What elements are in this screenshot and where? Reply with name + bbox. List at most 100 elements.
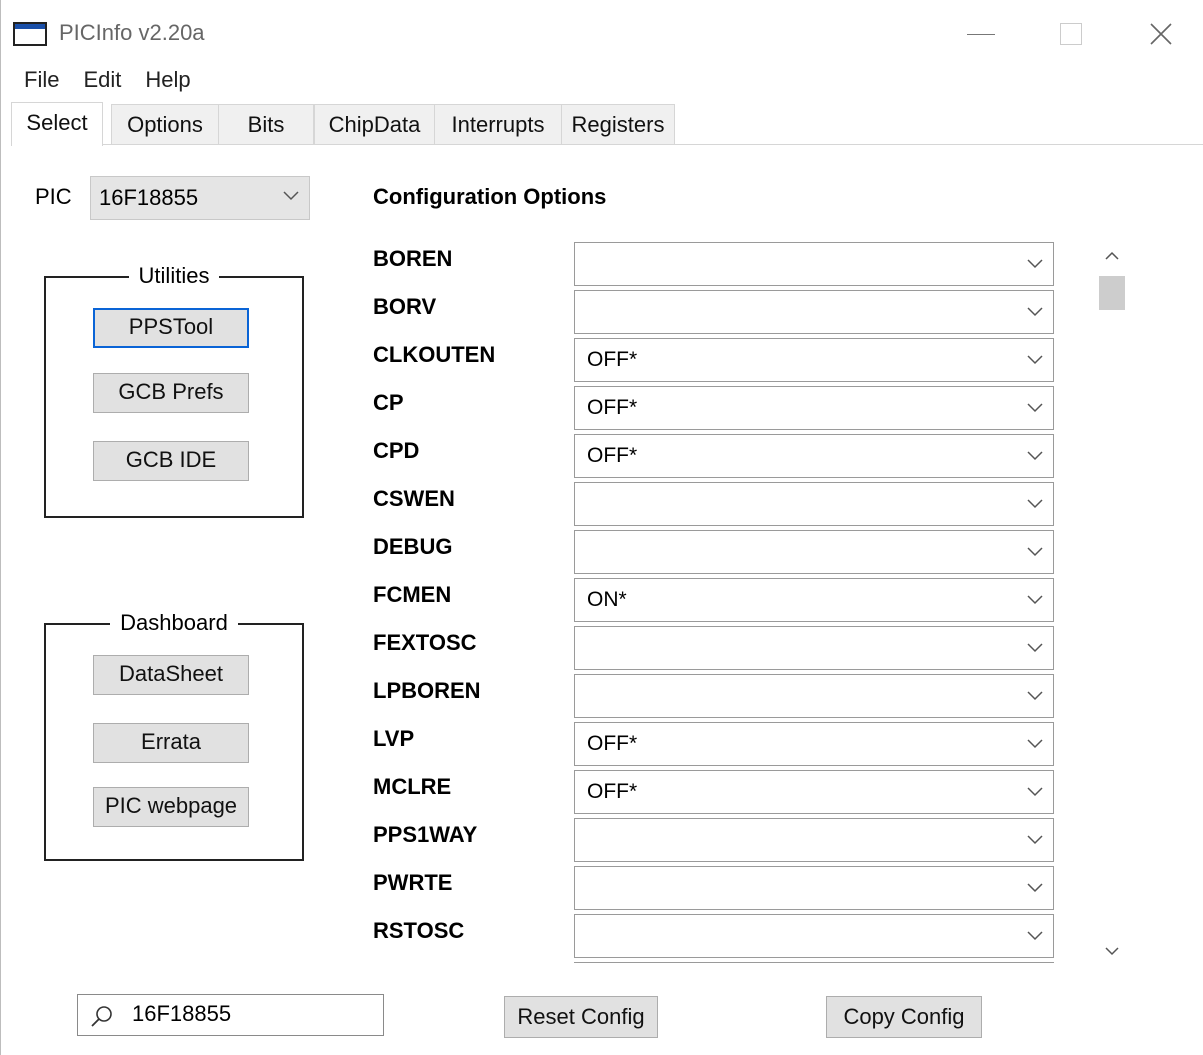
config-option-value: OFF*	[587, 732, 638, 755]
config-option-select[interactable]	[574, 674, 1054, 718]
config-row: MCLRE OFF*	[373, 770, 1063, 818]
config-option-label: PWRTE	[373, 870, 453, 895]
config-option-select[interactable]: OFF*	[574, 386, 1054, 430]
minimize-icon	[967, 33, 995, 35]
chevron-down-icon	[1027, 259, 1043, 269]
menu-edit[interactable]: Edit	[71, 64, 133, 96]
chevron-down-icon	[1027, 451, 1043, 461]
config-row: FCMEN ON*	[373, 578, 1063, 626]
menu-help[interactable]: Help	[133, 64, 202, 96]
config-option-select[interactable]	[574, 626, 1054, 670]
chevron-down-icon	[1027, 691, 1043, 701]
menu-bar: File Edit Help	[1, 64, 203, 96]
config-option-select[interactable]	[574, 242, 1054, 286]
scroll-down-button[interactable]	[1095, 936, 1129, 966]
config-row: BOREN	[373, 242, 1063, 290]
gcb-prefs-button[interactable]: GCB Prefs	[93, 373, 249, 413]
config-option-select[interactable]: OFF*	[574, 770, 1054, 814]
chevron-down-icon	[283, 191, 299, 201]
dashboard-group: Dashboard DataSheet Errata PIC webpage	[44, 610, 304, 861]
search-input[interactable]: 16F18855	[77, 994, 384, 1036]
config-option-label: RSTOSC	[373, 918, 465, 943]
menu-file[interactable]: File	[1, 64, 71, 96]
reset-config-button[interactable]: Reset Config	[504, 996, 658, 1038]
config-option-select[interactable]	[574, 482, 1054, 526]
chevron-down-icon	[1027, 499, 1043, 509]
window-title: PICInfo v2.20a	[59, 20, 205, 45]
config-option-select[interactable]: ON*	[574, 578, 1054, 622]
chevron-down-icon	[1105, 946, 1119, 955]
config-option-value: OFF*	[587, 444, 638, 467]
pic-select[interactable]: 16F18855	[90, 176, 310, 220]
utilities-legend: Utilities	[128, 263, 220, 288]
config-option-select[interactable]	[574, 914, 1054, 958]
chevron-down-icon	[1027, 355, 1043, 365]
config-option-label: MCLRE	[373, 774, 452, 799]
maximize-button[interactable]	[1041, 14, 1101, 54]
config-option-select[interactable]: OFF*	[574, 722, 1054, 766]
config-option-select[interactable]	[574, 530, 1054, 574]
config-option-label: LPBOREN	[373, 678, 481, 703]
config-row: LPBOREN	[373, 674, 1063, 722]
ppstool-button[interactable]: PPSTool	[93, 308, 249, 348]
gcb-ide-button[interactable]: GCB IDE	[93, 441, 249, 481]
chevron-down-icon	[1027, 835, 1043, 845]
title-bar: PICInfo v2.20a	[1, 0, 1203, 64]
config-option-label: CSWEN	[373, 486, 455, 511]
chevron-down-icon	[1027, 787, 1043, 797]
minimize-button[interactable]	[951, 14, 1011, 54]
chevron-up-icon	[1105, 251, 1119, 260]
dashboard-legend: Dashboard	[110, 610, 238, 635]
config-row: LVP OFF*	[373, 722, 1063, 770]
config-option-select[interactable]	[574, 290, 1054, 334]
config-option-select[interactable]	[574, 866, 1054, 910]
copy-config-button[interactable]: Copy Config	[826, 996, 982, 1038]
config-option-label: BOREN	[373, 246, 453, 271]
config-row: CP OFF*	[373, 386, 1063, 434]
config-option-value: OFF*	[587, 780, 638, 803]
app-window-icon	[13, 22, 47, 46]
datasheet-button[interactable]: DataSheet	[93, 655, 249, 695]
config-row: BORV	[373, 290, 1063, 338]
close-button[interactable]	[1131, 14, 1191, 54]
config-row: PPS1WAY	[373, 818, 1063, 866]
config-row: FEXTOSC	[373, 626, 1063, 674]
config-option-label: LVP	[373, 726, 415, 751]
search-value: 16F18855	[132, 1001, 232, 1026]
config-option-label: CP	[373, 390, 404, 415]
tab-interrupts[interactable]: Interrupts	[434, 104, 562, 144]
scroll-thumb[interactable]	[1099, 276, 1125, 310]
tab-select[interactable]: Select	[11, 102, 103, 146]
config-row: RSTOSC	[373, 914, 1063, 962]
search-icon	[91, 1006, 112, 1027]
maximize-icon	[1060, 23, 1082, 45]
scroll-up-button[interactable]	[1095, 240, 1129, 270]
config-option-label: PPS1WAY	[373, 822, 478, 847]
chevron-down-icon	[1027, 307, 1043, 317]
config-option-select[interactable]: OFF*	[574, 434, 1054, 478]
chevron-down-icon	[1027, 403, 1043, 413]
config-row: CSWEN	[373, 482, 1063, 530]
config-list-overflow-edge	[574, 962, 1054, 966]
config-option-label: CPD	[373, 438, 420, 463]
tab-chipdata[interactable]: ChipData	[314, 104, 435, 144]
pic-webpage-button[interactable]: PIC webpage	[93, 787, 249, 827]
config-option-select[interactable]: OFF*	[574, 338, 1054, 382]
pic-select-value: 16F18855	[99, 185, 199, 210]
chevron-down-icon	[1027, 931, 1043, 941]
chevron-down-icon	[1027, 739, 1043, 749]
chevron-down-icon	[1027, 883, 1043, 893]
config-scrollbar[interactable]	[1095, 238, 1129, 966]
app-window: PICInfo v2.20a File Edit Help Select Opt…	[0, 0, 1203, 1055]
chevron-down-icon	[1027, 547, 1043, 557]
config-option-select[interactable]	[574, 818, 1054, 862]
config-option-value: ON*	[587, 588, 627, 611]
config-option-label: FEXTOSC	[373, 630, 477, 655]
close-icon	[1150, 23, 1172, 45]
tab-options[interactable]: Options	[111, 104, 219, 144]
config-option-label: CLKOUTEN	[373, 342, 496, 367]
tab-registers[interactable]: Registers	[561, 104, 675, 144]
config-option-label: DEBUG	[373, 534, 453, 559]
tab-bits[interactable]: Bits	[218, 104, 314, 144]
errata-button[interactable]: Errata	[93, 723, 249, 763]
